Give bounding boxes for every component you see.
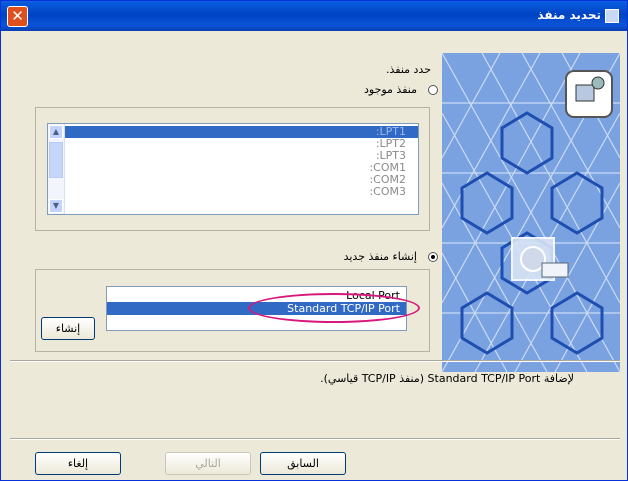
port-item-lpt3[interactable]: :LPT3 (65, 150, 418, 162)
prompt-text: حدد منفذ. (385, 63, 431, 76)
hexagon-pattern-icon (442, 53, 620, 372)
port-selection-dialog: ✕ تحديد منفذ حدد منفذ. منفذ موجود ▲ ▼:L… (0, 0, 628, 481)
printer-cube-icon (511, 237, 569, 281)
port-item-lpt1[interactable]: :LPT1 (65, 126, 418, 138)
scroll-down-icon[interactable]: ▼ (49, 199, 63, 213)
description-text: لإضافة Standard TCP/IP Port (منفذ TCP/IP… (320, 372, 574, 385)
existing-port-radio[interactable] (428, 85, 438, 95)
existing-port-label[interactable]: منفذ موجود (364, 83, 417, 96)
port-item-com2[interactable]: :COM2 (65, 174, 418, 186)
scroll-thumb[interactable] (49, 142, 63, 178)
network-icon (565, 70, 613, 118)
close-button[interactable]: ✕ (7, 6, 28, 27)
window-title: تحديد منفذ (537, 8, 601, 22)
existing-port-list[interactable]: ▲ ▼ :LPT1 :LPT2 :LPT3 :COM1 :COM2 :COM3 (47, 123, 419, 215)
list-scrollbar[interactable]: ▲ ▼ (48, 124, 65, 214)
port-item-lpt2[interactable]: :LPT2 (65, 138, 418, 150)
wizard-side-art (442, 53, 620, 372)
divider (10, 360, 620, 362)
port-item-com3[interactable]: :COM3 (65, 186, 418, 198)
scroll-up-icon[interactable]: ▲ (49, 125, 63, 139)
divider (10, 438, 620, 440)
next-button[interactable]: التالي (165, 452, 251, 475)
new-port-radio[interactable] (428, 252, 438, 262)
new-port-label[interactable]: إنشاء منفذ جديد (344, 250, 417, 263)
create-button[interactable]: إنشاء (41, 317, 95, 340)
title-bar[interactable]: ✕ تحديد منفذ (1, 1, 627, 31)
back-button[interactable]: السابق (260, 452, 346, 475)
cancel-button[interactable]: إلغاء (35, 452, 121, 475)
port-item-com1[interactable]: :COM1 (65, 162, 418, 174)
printer-icon (605, 9, 619, 23)
highlight-ellipse (248, 293, 420, 323)
